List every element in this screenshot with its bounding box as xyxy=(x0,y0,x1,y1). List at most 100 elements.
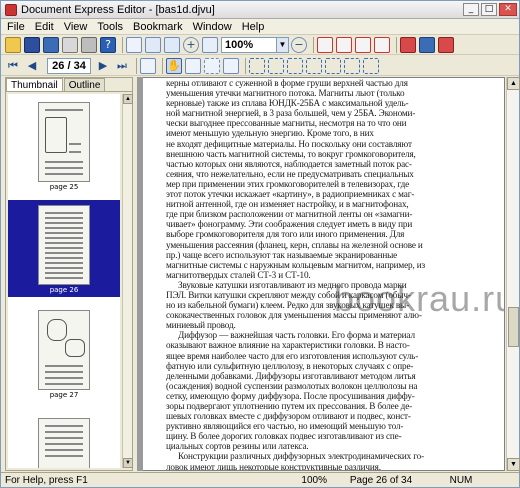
document-text-line: чески выгоднее прессованные магниты, нес… xyxy=(166,118,407,129)
zoom-fit-icon[interactable] xyxy=(202,36,218,53)
menu-edit[interactable]: Edit xyxy=(35,21,54,33)
thumbnail-page-25[interactable]: page 25 xyxy=(8,100,120,192)
tab-outline[interactable]: Outline xyxy=(63,78,106,91)
region-crop-icon[interactable] xyxy=(287,57,303,74)
document-text-line: уменьшения рассеяния (фланец, керн, спла… xyxy=(166,239,423,250)
thumbnail-caption: page 25 xyxy=(49,183,79,191)
document-text-line: керновые) также из сплава ЮНДК-25БА с ма… xyxy=(166,98,409,109)
facing-pages-icon[interactable] xyxy=(164,36,180,53)
print-preview-icon[interactable] xyxy=(62,36,78,53)
chevron-down-icon[interactable]: ▼ xyxy=(276,37,288,52)
scroll-up-icon[interactable]: ▲ xyxy=(123,94,133,104)
fit-page-icon[interactable] xyxy=(140,57,156,74)
document-text-line: этот поток утечки искажает «картину», в … xyxy=(166,189,415,200)
page-thumbnail-image xyxy=(38,102,90,182)
document-text-line: пр.) чаще всего используют так называемы… xyxy=(166,249,398,260)
menu-window[interactable]: Window xyxy=(193,21,232,33)
save-icon[interactable] xyxy=(24,36,40,53)
rotate-left-icon[interactable] xyxy=(400,36,416,53)
menu-bar: File Edit View Tools Bookmark Window Hel… xyxy=(1,19,519,35)
region-fill-icon[interactable] xyxy=(325,57,341,74)
document-text-line: керны отливают с суженной в форме груши … xyxy=(166,78,408,88)
region-mask-icon[interactable] xyxy=(344,57,360,74)
extract-page-icon[interactable] xyxy=(355,36,371,53)
maximize-button[interactable]: □ xyxy=(481,3,497,16)
help-icon[interactable]: ? xyxy=(100,36,116,53)
first-page-icon[interactable]: ⏮ xyxy=(5,58,21,74)
hand-tool-icon[interactable]: ✋ xyxy=(166,57,182,74)
region-export-icon[interactable] xyxy=(363,57,379,74)
document-text-line: сетку, имеющую форму диффузора. После пр… xyxy=(166,390,415,401)
app-window: Document Express Editor - [bas1d.djvu] _… xyxy=(0,0,520,488)
toolbar-separator xyxy=(162,57,163,74)
document-text-line: уменьшения утечки магнитного потока. Маг… xyxy=(166,88,405,99)
document-text-line: где при близком расположении от магнитно… xyxy=(166,209,413,220)
select-text-icon[interactable] xyxy=(185,57,201,74)
print-icon[interactable] xyxy=(81,36,97,53)
last-page-icon[interactable]: ⏭ xyxy=(114,58,130,74)
menu-tools[interactable]: Tools xyxy=(97,21,123,33)
status-num-lock: NUM xyxy=(449,474,473,486)
thumbnail-page-28[interactable] xyxy=(8,416,120,468)
scroll-down-icon[interactable]: ▼ xyxy=(123,458,133,468)
zoom-in-icon[interactable]: + xyxy=(183,36,199,53)
thumbnail-page-27[interactable]: page 27 xyxy=(8,308,120,400)
previous-page-icon[interactable]: ◀ xyxy=(24,58,40,74)
rotate-180-icon[interactable] xyxy=(438,36,454,53)
thumbnail-scrollbar[interactable]: ▲ ▼ xyxy=(122,94,133,468)
scrollbar-thumb[interactable] xyxy=(508,307,519,347)
status-page: Page 26 of 34 xyxy=(349,474,413,486)
page-thumbnail-image xyxy=(38,418,90,468)
menu-help[interactable]: Help xyxy=(242,21,265,33)
scan-icon[interactable] xyxy=(43,36,59,53)
document-text-line: зоры подвергают уплотнению путем их прес… xyxy=(166,401,413,411)
thumbnail-list: page 25 page 26 page 27 xyxy=(8,94,120,468)
next-page-icon[interactable]: ▶ xyxy=(95,58,111,74)
scroll-down-icon[interactable]: ▼ xyxy=(507,458,520,471)
toolbar-separator xyxy=(122,36,123,53)
rotate-right-icon[interactable] xyxy=(419,36,435,53)
close-button[interactable]: ✕ xyxy=(499,3,517,16)
document-text-line: ящее время наиболее часто для его изгото… xyxy=(166,350,419,361)
page-properties-icon[interactable] xyxy=(317,36,333,53)
open-folder-icon[interactable] xyxy=(5,36,21,53)
region-select-icon[interactable] xyxy=(249,57,265,74)
sidebar-tabs: Thumbnail Outline xyxy=(6,78,132,92)
thumbnail-caption: page 26 xyxy=(49,286,79,294)
page-shadow xyxy=(137,77,143,471)
region-copy-icon[interactable] xyxy=(268,57,284,74)
menu-view[interactable]: View xyxy=(64,21,88,33)
document-text-line: циальных сортов резины или латекса. xyxy=(166,441,309,452)
continuous-view-icon[interactable] xyxy=(145,36,161,53)
delete-page-icon[interactable] xyxy=(374,36,390,53)
thumbnail-panel: Thumbnail Outline page 25 page 26 page 2… xyxy=(5,77,133,471)
page-number-field[interactable]: 26 / 34 xyxy=(47,57,91,74)
document-text-line: миниевый провод. xyxy=(166,320,236,331)
select-area-icon[interactable] xyxy=(204,57,220,74)
single-page-view-icon[interactable] xyxy=(126,36,142,53)
zoom-out-icon[interactable]: − xyxy=(291,36,307,53)
document-text-line: сеяния, что нежелательно, если не предус… xyxy=(166,168,414,179)
document-text-line: не входят дефицитные материалы. Но поско… xyxy=(166,138,412,149)
document-view[interactable]: керны отливают с суженной в форме груши … xyxy=(137,77,505,471)
tab-thumbnail[interactable]: Thumbnail xyxy=(6,78,63,91)
document-text-line: щину. В более дорогих головках подвес из… xyxy=(166,431,402,442)
document-text-line: ловок имеют лишь некоторые конструктивны… xyxy=(166,461,381,471)
title-bar: Document Express Editor - [bas1d.djvu] _… xyxy=(1,1,519,19)
document-text-line: чивает» фонограмму. Эти соображения след… xyxy=(166,219,413,230)
page-thumbnail-image xyxy=(38,205,90,285)
menu-bookmark[interactable]: Bookmark xyxy=(133,21,183,33)
insert-page-icon[interactable] xyxy=(336,36,352,53)
thumbnail-page-26[interactable]: page 26 xyxy=(8,200,120,297)
region-clear-icon[interactable] xyxy=(306,57,322,74)
document-text-line: Диффузор — важнейшая часть головки. Его … xyxy=(178,330,415,341)
document-text-line: имеют меньшую удельную энергию. Кроме то… xyxy=(166,128,374,139)
thumbnail-caption: page 27 xyxy=(49,391,79,399)
document-text-line: внешнюю часть магнитной системы, то вокр… xyxy=(166,148,416,159)
scroll-up-icon[interactable]: ▲ xyxy=(507,77,520,90)
minimize-button[interactable]: _ xyxy=(463,3,479,16)
menu-file[interactable]: File xyxy=(7,21,25,33)
zoom-select[interactable]: 100% ▼ xyxy=(221,36,289,53)
document-scrollbar[interactable]: ▲ ▼ xyxy=(506,77,520,471)
zoom-tool-icon[interactable] xyxy=(223,57,239,74)
